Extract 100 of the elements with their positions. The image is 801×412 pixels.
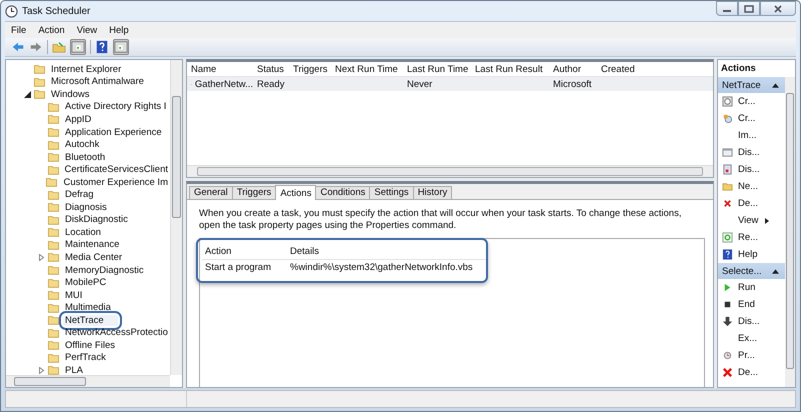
close-button[interactable] bbox=[760, 1, 796, 16]
tree-item[interactable]: PLA bbox=[63, 364, 85, 375]
action-item[interactable]: Run bbox=[718, 279, 785, 296]
tree-item[interactable]: NetTrace bbox=[63, 314, 118, 326]
action-item[interactable]: Re... bbox=[718, 229, 785, 246]
action-item[interactable]: Ne... bbox=[718, 178, 785, 195]
scrollbar[interactable] bbox=[6, 375, 170, 387]
tab[interactable]: Triggers bbox=[232, 186, 276, 199]
action-item[interactable]: Im... bbox=[718, 127, 785, 144]
description-text: When you create a task, you must specify the action that will occur when your task starts. To change these actions, open the task property pages using the Properties command. bbox=[199, 208, 682, 232]
table-cell: GatherNetw... bbox=[194, 78, 253, 90]
tree-item[interactable]: Application Experience bbox=[63, 126, 164, 138]
folder-icon bbox=[48, 102, 59, 112]
tree-item[interactable]: Defrag bbox=[63, 189, 96, 200]
tree-item[interactable]: NetworkAccessProtectio bbox=[63, 327, 170, 338]
column-header[interactable]: Name bbox=[187, 64, 253, 74]
tree-item[interactable]: Bluetooth bbox=[63, 152, 108, 163]
tree-item[interactable]: CertificateServicesClient bbox=[62, 164, 170, 176]
clock-icon bbox=[722, 350, 733, 361]
tree-item[interactable]: Active Directory Rights I bbox=[63, 101, 168, 112]
column-header[interactable]: Next Run Time bbox=[331, 64, 403, 74]
tab[interactable]: Settings bbox=[369, 186, 414, 199]
maximize-button[interactable] bbox=[738, 1, 760, 16]
action-item[interactable]: De... bbox=[718, 364, 785, 381]
column-header[interactable]: Status bbox=[253, 64, 289, 74]
tree-item[interactable]: MobilePC bbox=[63, 277, 108, 288]
folder-icon bbox=[48, 290, 59, 300]
folder-icon bbox=[48, 302, 59, 313]
action-item[interactable]: Ex... bbox=[718, 330, 785, 347]
tab[interactable]: Conditions bbox=[315, 186, 370, 199]
action-item[interactable]: Dis... bbox=[718, 161, 785, 178]
action-item[interactable]: Help bbox=[718, 246, 785, 263]
action-item[interactable]: Cr... bbox=[718, 93, 785, 110]
folder-icon bbox=[48, 227, 59, 238]
folder-icon bbox=[48, 315, 59, 326]
window-title: Task Scheduler bbox=[22, 6, 90, 16]
forward-icon[interactable] bbox=[29, 40, 43, 54]
tree-item[interactable]: Windows bbox=[49, 88, 92, 100]
back-icon[interactable] bbox=[11, 40, 25, 54]
folder-icon[interactable] bbox=[52, 40, 66, 54]
action-item[interactable]: Dis... bbox=[718, 144, 785, 161]
tree-item[interactable]: MUI bbox=[63, 290, 84, 301]
action-item[interactable]: End bbox=[718, 296, 785, 313]
action-item[interactable]: Pr... bbox=[718, 347, 785, 364]
menu-item[interactable]: File bbox=[11, 24, 26, 36]
action-item[interactable]: Dis... bbox=[718, 313, 785, 330]
column-header[interactable]: Action bbox=[202, 246, 287, 257]
folder-icon bbox=[48, 252, 59, 262]
action-item[interactable]: De... bbox=[718, 195, 785, 212]
folder-icon bbox=[48, 265, 59, 276]
section-header[interactable]: NetTrace bbox=[718, 77, 785, 93]
tab[interactable]: Actions bbox=[275, 185, 316, 200]
console-tree-icon[interactable] bbox=[70, 39, 86, 55]
submenu-arrow-icon bbox=[765, 218, 770, 224]
tab[interactable]: General bbox=[189, 186, 233, 199]
expand-arrow-icon[interactable] bbox=[38, 254, 44, 261]
collapse-arrow-icon[interactable] bbox=[24, 90, 30, 98]
folder-icon bbox=[48, 202, 59, 212]
tree-item[interactable]: MemoryDiagnostic bbox=[63, 264, 146, 276]
down-arrow-icon bbox=[722, 316, 733, 327]
tree-item[interactable]: Microsoft Antimalware bbox=[49, 76, 146, 88]
menu-item[interactable]: Help bbox=[109, 24, 129, 36]
tree-item[interactable]: Offline Files bbox=[63, 340, 117, 351]
column-header[interactable]: Details bbox=[287, 246, 320, 257]
column-header[interactable]: Author bbox=[549, 64, 597, 74]
tree-item[interactable]: Autochk bbox=[63, 139, 102, 150]
help-icon[interactable] bbox=[95, 40, 109, 54]
tree-item[interactable]: Diagnosis bbox=[63, 202, 109, 213]
tree-item[interactable]: DiskDiagnostic bbox=[63, 214, 130, 226]
scrollbar[interactable] bbox=[785, 77, 795, 387]
task-row[interactable]: GatherNetw... Ready Never Microsoft bbox=[187, 77, 713, 91]
tab[interactable]: History bbox=[412, 186, 452, 199]
folder-icon bbox=[48, 278, 59, 288]
expand-arrow-icon[interactable] bbox=[38, 366, 44, 374]
tree-item[interactable]: Customer Experience Im bbox=[61, 176, 170, 188]
scrollbar[interactable] bbox=[170, 60, 182, 375]
help-icon bbox=[722, 249, 733, 260]
tree-item[interactable]: PerfTrack bbox=[63, 352, 108, 364]
column-header[interactable]: Triggers bbox=[289, 64, 331, 74]
tree-item[interactable]: Maintenance bbox=[63, 239, 122, 250]
tree-item[interactable]: Internet Explorer bbox=[49, 64, 124, 75]
section-header[interactable]: Selecte... bbox=[718, 263, 785, 279]
panel-title: Actions bbox=[720, 62, 757, 76]
table-cell: Microsoft bbox=[553, 78, 592, 90]
folder-icon bbox=[48, 190, 59, 200]
column-header[interactable]: Created bbox=[597, 64, 647, 74]
action-pane-icon[interactable] bbox=[113, 39, 129, 55]
scrollbar[interactable] bbox=[187, 165, 713, 177]
tree-item[interactable]: Media Center bbox=[63, 252, 124, 263]
action-item[interactable]: Cr... bbox=[718, 110, 785, 127]
menu-item[interactable]: View bbox=[76, 24, 98, 36]
column-header[interactable]: Last Run Result bbox=[471, 64, 549, 74]
tree-item[interactable]: Multimedia bbox=[63, 302, 113, 314]
tree-item[interactable]: Location bbox=[63, 226, 103, 238]
tree-item[interactable]: AppID bbox=[63, 114, 94, 125]
column-header[interactable]: Last Run Time bbox=[403, 64, 471, 74]
menu-item[interactable]: Action bbox=[38, 24, 65, 36]
action-item[interactable]: View bbox=[718, 212, 785, 229]
minimize-button[interactable] bbox=[716, 1, 738, 16]
delete-icon bbox=[722, 367, 733, 378]
